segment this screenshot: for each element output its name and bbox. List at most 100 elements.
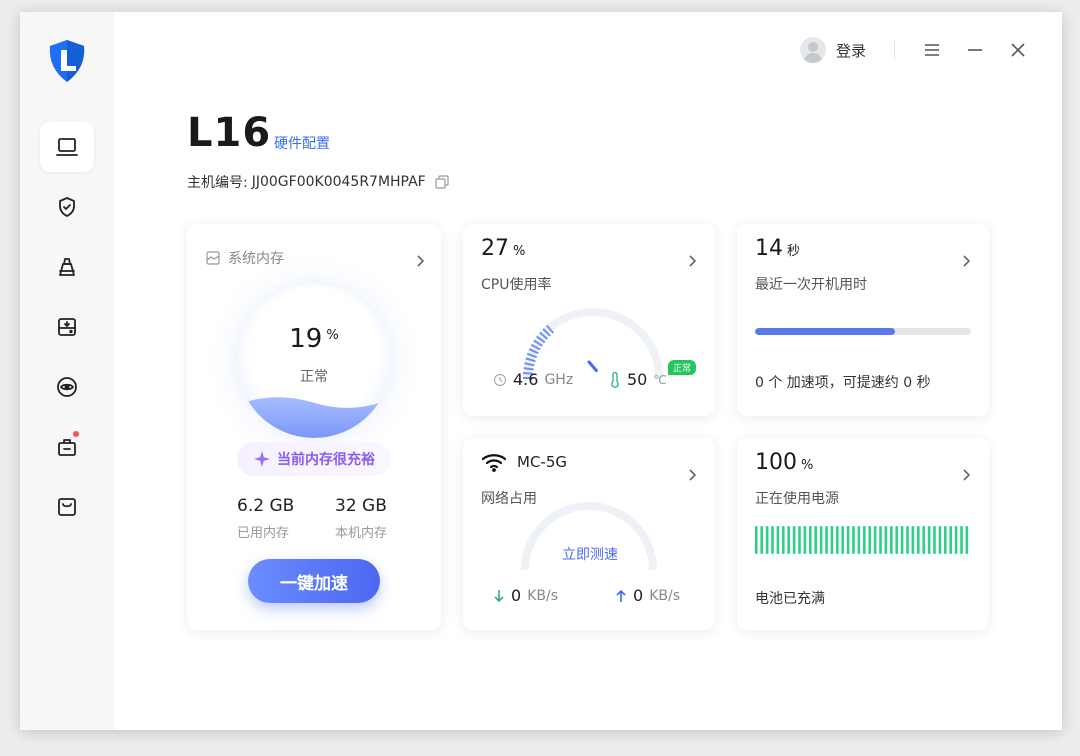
battery-bar-segment bbox=[852, 526, 855, 554]
sidebar-item-toolbox[interactable] bbox=[40, 422, 94, 472]
cpu-temp-value: 50 bbox=[627, 370, 648, 389]
memory-total-label: 本机内存 bbox=[335, 526, 388, 541]
serial-value: JJ00GF00K0045R7MHPAF bbox=[251, 174, 426, 190]
copy-icon[interactable] bbox=[434, 174, 450, 190]
minimize-icon bbox=[968, 49, 982, 51]
battery-bar-segment bbox=[809, 526, 812, 554]
battery-title: 正在使用电源 bbox=[755, 491, 839, 507]
battery-bar-segment bbox=[922, 526, 925, 554]
cpu-percent: 27% bbox=[481, 236, 525, 261]
serial-row: 主机编号: JJ00GF00K0045R7MHPAF bbox=[187, 172, 450, 192]
boot-time-card[interactable]: 14 秒 最近一次开机用时 0 个 加速项，可提速约 0 秒 bbox=[737, 224, 989, 416]
battery-bar-segment bbox=[819, 526, 823, 554]
cpu-temp-unit: ℃ bbox=[653, 372, 667, 387]
sidebar bbox=[20, 12, 114, 730]
boot-progress-fill bbox=[755, 328, 896, 335]
cpu-freq-value: 4.6 bbox=[513, 370, 539, 389]
sparkle-icon bbox=[254, 451, 270, 467]
cpu-percent-unit: % bbox=[513, 244, 526, 259]
menu-button[interactable] bbox=[920, 38, 944, 62]
hardware-config-link[interactable]: 硬件配置 bbox=[274, 133, 330, 153]
battery-level-bars bbox=[755, 526, 969, 554]
cpu-title: CPU使用率 bbox=[481, 277, 552, 293]
battery-percent-value: 100 bbox=[755, 450, 797, 475]
battery-bar-segment bbox=[906, 526, 909, 554]
battery-bar-segment bbox=[846, 526, 850, 554]
sidebar-item-store[interactable] bbox=[40, 482, 94, 532]
boot-title: 最近一次开机用时 bbox=[755, 277, 867, 293]
download-speed: 0 KB/s bbox=[493, 586, 558, 605]
app-logo-icon bbox=[49, 40, 85, 82]
battery-bar-segment bbox=[965, 526, 969, 554]
network-header: MC-5G bbox=[481, 452, 567, 472]
battery-bar-segment bbox=[825, 526, 828, 554]
menu-icon bbox=[925, 44, 939, 56]
boot-time-value: 14 bbox=[755, 236, 783, 261]
memory-card[interactable]: 系统内存 19% 正常 当前内存很充裕 6.2 GB 已用内存 32 GB 本机… bbox=[187, 224, 441, 630]
cpu-freq-unit: GHz bbox=[544, 371, 574, 388]
sidebar-item-device[interactable] bbox=[40, 122, 94, 172]
speed-test-link[interactable]: 立即测速 bbox=[463, 544, 717, 564]
memory-wave bbox=[237, 397, 391, 438]
battery-bar-segment bbox=[776, 526, 780, 554]
sidebar-item-disk[interactable] bbox=[40, 302, 94, 352]
store-icon bbox=[58, 498, 76, 516]
titlebar-divider bbox=[894, 41, 895, 59]
cpu-percent-value: 27 bbox=[481, 236, 509, 261]
battery-bar-segment bbox=[895, 526, 898, 554]
memory-percent: 19% bbox=[187, 324, 441, 354]
login-button[interactable]: 登录 bbox=[800, 36, 866, 64]
wifi-icon bbox=[481, 454, 507, 472]
memory-total-stat: 32 GB 本机内存 bbox=[335, 496, 387, 541]
login-label: 登录 bbox=[836, 41, 867, 60]
battery-bar-segment bbox=[765, 526, 769, 554]
close-button[interactable] bbox=[1006, 38, 1030, 62]
battery-card[interactable]: 100% 正在使用电源 电池已充满 bbox=[737, 438, 989, 630]
memory-badge-text: 当前内存很充裕 bbox=[277, 452, 375, 468]
boot-progress-bar bbox=[755, 328, 971, 335]
memory-chevron-right-icon[interactable] bbox=[413, 254, 427, 268]
battery-bar-segment bbox=[782, 526, 785, 554]
battery-tip: 电池已充满 bbox=[755, 591, 825, 607]
battery-bar-segment bbox=[879, 526, 882, 554]
memory-percent-value: 19 bbox=[289, 324, 323, 354]
arrow-up-icon bbox=[616, 589, 626, 602]
memory-badge: 当前内存很充裕 bbox=[237, 442, 391, 476]
sidebar-item-security[interactable] bbox=[40, 182, 94, 232]
battery-bar-segment bbox=[771, 526, 774, 554]
battery-bar-segment bbox=[798, 526, 801, 554]
memory-icon bbox=[206, 251, 220, 265]
battery-bar-segment bbox=[792, 526, 796, 554]
disk-icon bbox=[58, 318, 76, 336]
memory-used-stat: 6.2 GB 已用内存 bbox=[237, 496, 294, 541]
battery-bar-segment bbox=[830, 526, 834, 554]
sidebar-item-eye-care[interactable] bbox=[40, 362, 94, 412]
battery-bar-segment bbox=[787, 526, 790, 554]
cpu-frequency: 4.6 GHz bbox=[493, 370, 573, 389]
notification-dot bbox=[73, 431, 79, 437]
boot-chevron-right-icon[interactable] bbox=[959, 254, 973, 268]
memory-card-header: 系统内存 bbox=[205, 248, 284, 268]
battery-bar-segment bbox=[917, 526, 920, 554]
sidebar-item-clean[interactable] bbox=[40, 242, 94, 292]
one-click-boost-button[interactable]: 一键加速 bbox=[248, 559, 380, 603]
battery-bar-segment bbox=[857, 526, 861, 554]
boot-time-unit: 秒 bbox=[787, 244, 801, 259]
minimize-button[interactable] bbox=[963, 38, 987, 62]
battery-bar-segment bbox=[911, 526, 915, 554]
battery-chevron-right-icon[interactable] bbox=[959, 468, 973, 482]
battery-bar-segment bbox=[755, 526, 758, 554]
battery-bar-segment bbox=[944, 526, 947, 554]
battery-bar-segment bbox=[836, 526, 839, 554]
battery-bar-segment bbox=[949, 526, 952, 554]
battery-bar-segment bbox=[814, 526, 817, 554]
battery-bar-segment bbox=[933, 526, 936, 554]
boot-time: 14 秒 bbox=[755, 236, 800, 261]
cpu-card[interactable]: 27% CPU使用率 4.6 GHz 50 ℃ 正常 bbox=[463, 224, 715, 416]
upload-value: 0 bbox=[633, 586, 644, 605]
cpu-chevron-right-icon[interactable] bbox=[685, 254, 699, 268]
network-card[interactable]: MC-5G 网络占用 立即测速 0 KB/s 0 KB/s bbox=[463, 438, 715, 630]
serial-label: 主机编号: bbox=[187, 175, 248, 191]
device-name: L16 bbox=[187, 110, 272, 156]
network-chevron-right-icon[interactable] bbox=[685, 468, 699, 482]
